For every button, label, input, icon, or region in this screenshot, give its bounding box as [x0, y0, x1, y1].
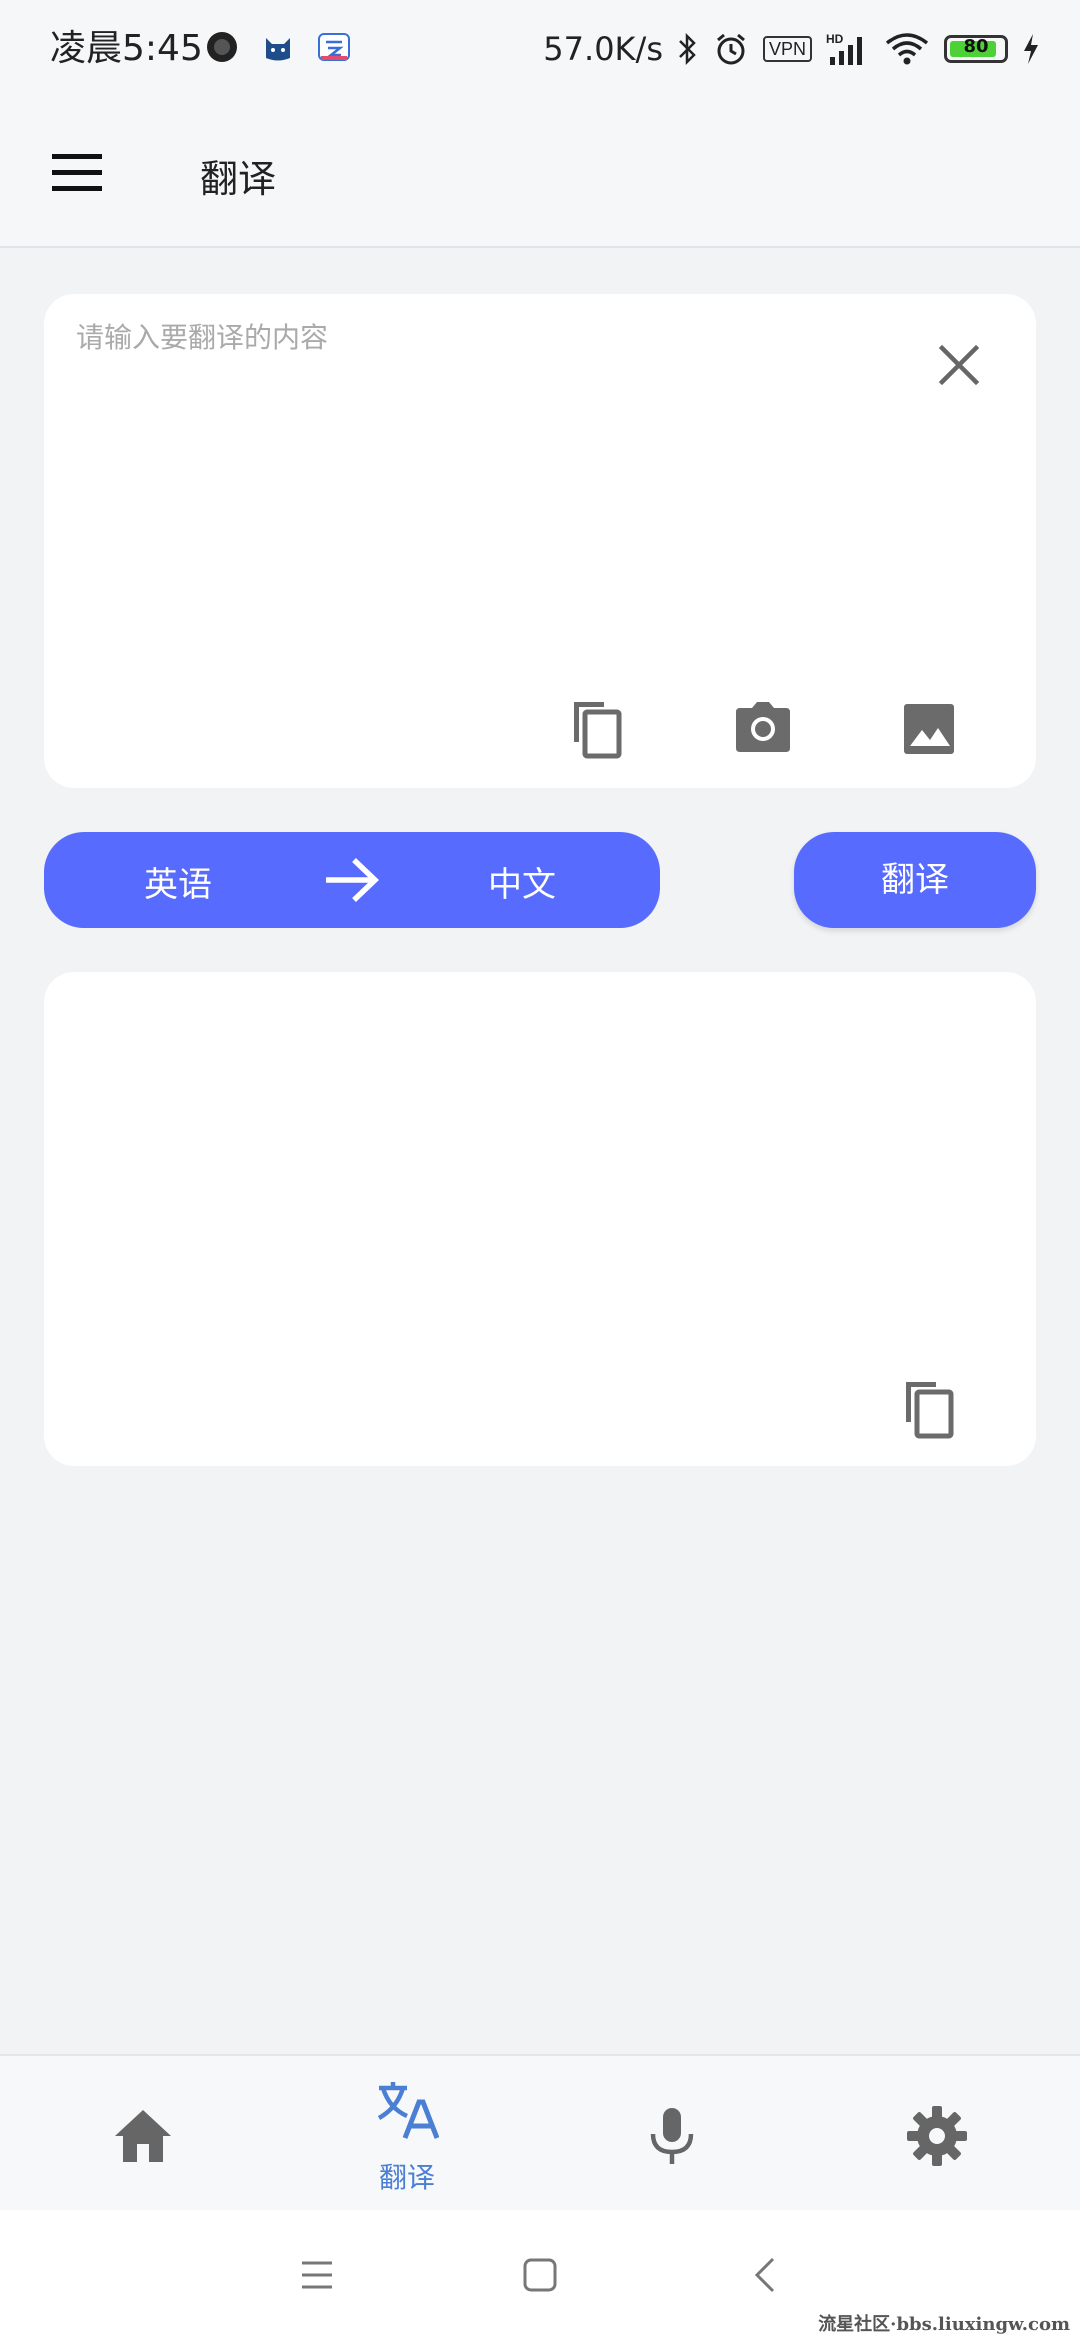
svg-text:HD: HD [826, 32, 844, 46]
app-bar: 翻译 [0, 100, 1080, 248]
bottom-navigation: 翻译 [0, 2054, 1080, 2210]
settings-gear-icon [907, 2106, 967, 2166]
net-speed: 57.0K/s [543, 30, 663, 68]
battery-icon: 80 [944, 35, 1008, 63]
translate-button[interactable]: 翻译 [794, 832, 1036, 928]
app-root: 凌晨5:45 57.0K/s VPN HD 80 翻译 请输入要翻译的内容 英语… [0, 0, 1080, 2340]
wifi-icon [885, 33, 929, 65]
language-selector[interactable]: 英语 中文 [44, 832, 660, 928]
copy-icon[interactable] [566, 698, 628, 760]
arrow-right-icon[interactable] [322, 854, 382, 906]
nav-item-voice[interactable] [537, 2056, 807, 2212]
copy-icon[interactable] [898, 1378, 960, 1440]
nav-item-home[interactable] [8, 2056, 278, 2212]
home-icon [115, 2110, 171, 2162]
target-language[interactable]: 中文 [488, 857, 556, 906]
alarm-icon [717, 33, 745, 65]
vpn-icon: VPN [762, 36, 812, 62]
image-icon[interactable] [898, 698, 960, 760]
bluetooth-icon [679, 32, 696, 66]
input-card [44, 294, 1036, 788]
nav-item-translate[interactable]: 翻译 [272, 2056, 542, 2212]
status-notification-icons [205, 30, 351, 64]
status-bar: 凌晨5:45 57.0K/s VPN HD 80 [0, 0, 1080, 100]
camera-icon[interactable] [732, 698, 794, 760]
nav-item-settings[interactable] [802, 2056, 1072, 2212]
dark-circle-app-icon [207, 32, 237, 62]
close-icon[interactable] [934, 340, 984, 390]
output-card [44, 972, 1036, 1466]
charging-icon [1024, 34, 1038, 64]
source-language[interactable]: 英语 [144, 857, 212, 906]
signal-icon: HD [826, 32, 862, 65]
status-right-group: 57.0K/s VPN HD 80 [543, 22, 1040, 76]
source-text-input[interactable] [74, 314, 938, 698]
system-navigation-bar: 流星社区·bbs.liuxingw.com [0, 2210, 1080, 2340]
status-time: 凌晨5:45 [50, 28, 203, 69]
back-chevron-icon[interactable] [742, 2250, 792, 2300]
cat-app-icon [266, 38, 290, 61]
recents-menu-icon[interactable] [292, 2250, 342, 2300]
page-title: 翻译 [200, 157, 277, 201]
nav-label-translate: 翻译 [378, 2161, 435, 2194]
watermark: 流星社区·bbs.liuxingw.com [818, 2314, 1070, 2335]
cloud-app-icon [318, 33, 350, 61]
home-square-icon[interactable] [515, 2250, 565, 2300]
battery-level: 80 [963, 36, 989, 57]
translate-icon [377, 2082, 439, 2139]
microphone-icon [650, 2108, 694, 2164]
hamburger-menu-icon[interactable] [48, 144, 108, 204]
